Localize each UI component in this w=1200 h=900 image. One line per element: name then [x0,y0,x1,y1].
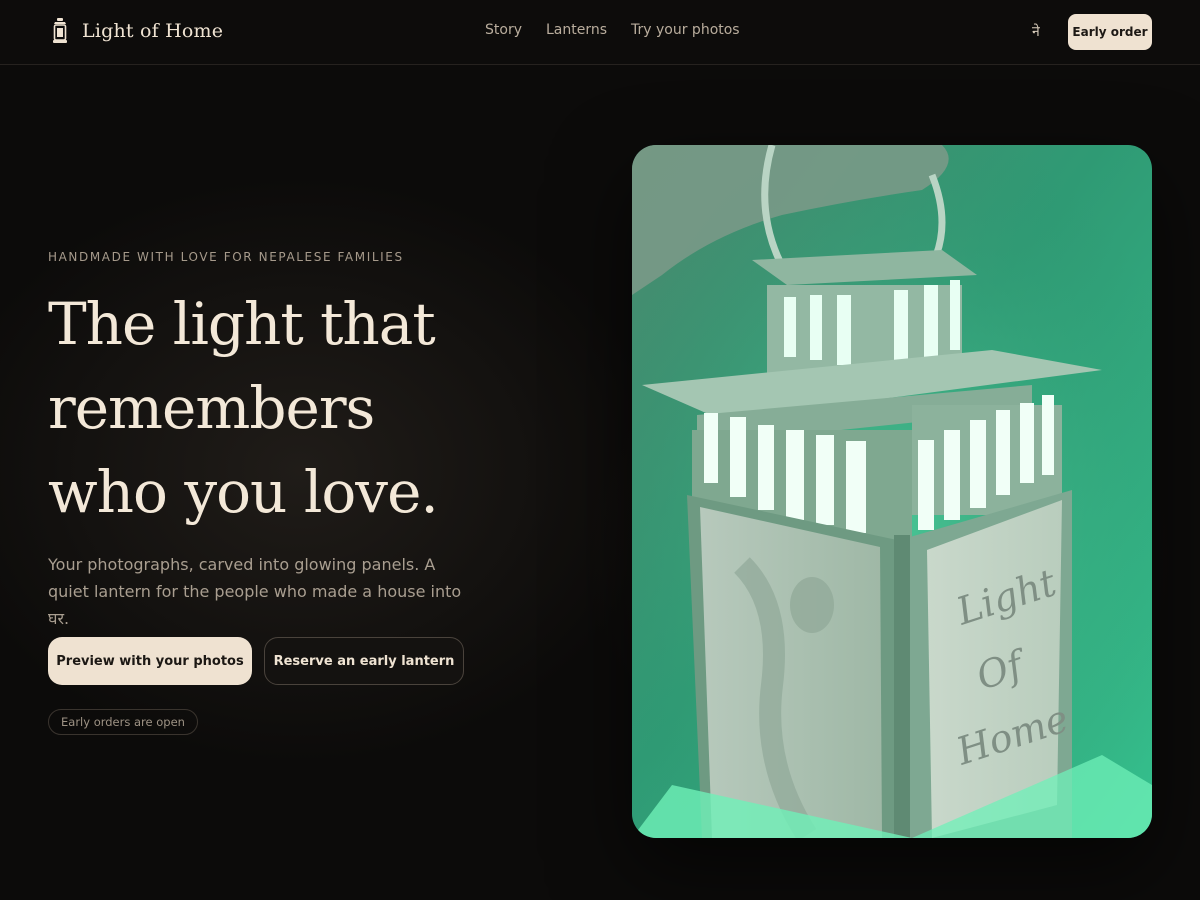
early-order-button[interactable]: Early order [1068,14,1152,50]
nav-story[interactable]: Story [485,22,522,38]
language-toggle[interactable]: ने [1032,22,1040,41]
preview-photos-button[interactable]: Preview with your photos [48,637,252,685]
status-badge: Early orders are open [48,709,198,735]
reserve-lantern-button[interactable]: Reserve an early lantern [264,637,464,685]
lantern-product-photo: Light Of Home [632,145,1152,838]
hero-title-line-2: remembers [48,374,375,442]
hero-eyebrow: HANDMADE WITH LOVE FOR NEPALESE FAMILIES [48,250,404,264]
lantern-icon [52,18,68,44]
nav-lanterns[interactable]: Lanterns [546,22,607,38]
brand-name: Light of Home [82,20,224,42]
brand-logo[interactable]: Light of Home [52,18,223,44]
nav-try-your-photos[interactable]: Try your photos [631,22,740,38]
hero-description: Your photographs, carved into glowing pa… [48,555,462,628]
hero-title: The light that remembers who you love. [48,282,518,534]
top-nav-bar: Light of Home Story Lanterns Try your ph… [0,0,1200,65]
main-nav: Story Lanterns Try your photos [485,22,740,38]
hero-title-line-3: who you love. [48,458,439,526]
hero-title-line-1: The light that [48,290,436,358]
